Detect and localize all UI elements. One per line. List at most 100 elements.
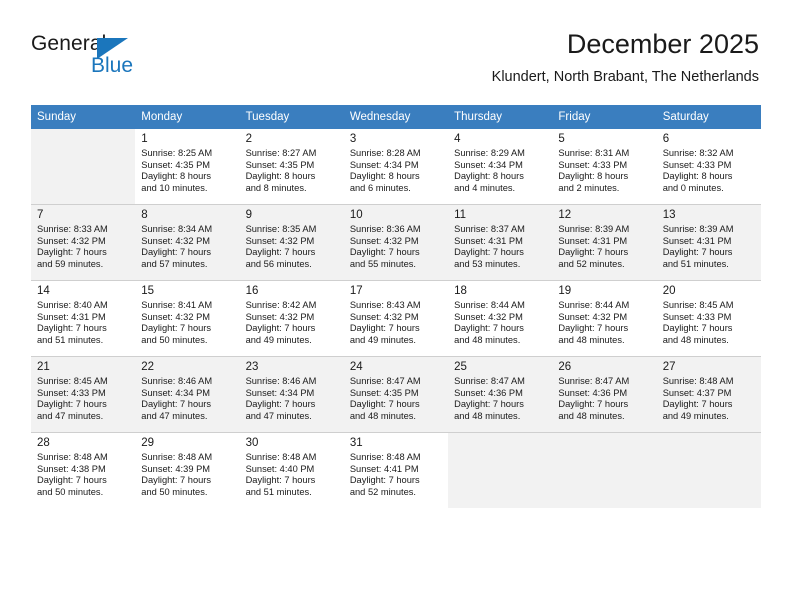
day-daylight-text: Daylight: 7 hours bbox=[141, 247, 212, 258]
calendar-day-cell[interactable]: 22 Sunrise: 8:46 AM Sunset: 4:34 PM Dayligh… bbox=[135, 356, 240, 433]
day-number: 13 bbox=[662, 209, 676, 221]
weekday-header-friday: Friday bbox=[552, 105, 657, 129]
day-sunset-text: Sunset: 4:31 PM bbox=[37, 311, 106, 322]
calendar-day-cell[interactable]: 24 Sunrise: 8:47 AM Sunset: 4:35 PM Dayligh… bbox=[343, 356, 449, 433]
calendar-day-cell[interactable]: 31 Sunrise: 8:48 AM Sunset: 4:41 PM Dayligh… bbox=[343, 432, 449, 508]
calendar-day-cell[interactable]: 27 Sunrise: 8:48 AM Sunset: 4:37 PM Dayligh… bbox=[656, 356, 761, 433]
calendar-day-cell[interactable]: 21 Sunrise: 8:45 AM Sunset: 4:33 PM Dayligh… bbox=[31, 356, 136, 433]
day-number: 17 bbox=[349, 285, 363, 297]
day-daylight-text: Daylight: 7 hours bbox=[245, 399, 316, 410]
day-daylight-text: Daylight: 7 hours bbox=[558, 323, 629, 334]
day-cell-content: 14 Sunrise: 8:40 AM Sunset: 4:31 PM Dayligh… bbox=[31, 281, 136, 356]
day-daylight-text: Daylight: 7 hours bbox=[662, 323, 733, 334]
calendar-day-cell[interactable]: 12 Sunrise: 8:39 AM Sunset: 4:31 PM Dayligh… bbox=[552, 204, 657, 281]
general-blue-logo[interactable]: General Blue bbox=[31, 32, 161, 88]
calendar-day-cell[interactable]: 6 Sunrise: 8:32 AM Sunset: 4:33 PM Daylight… bbox=[656, 129, 761, 205]
day-sunset-text: Sunset: 4:32 PM bbox=[37, 235, 106, 246]
calendar-body: 1 Sunrise: 8:25 AM Sunset: 4:35 PM Daylight… bbox=[31, 129, 761, 508]
calendar-day-cell[interactable]: 25 Sunrise: 8:47 AM Sunset: 4:36 PM Dayligh… bbox=[448, 356, 553, 433]
calendar-day-cell[interactable]: 10 Sunrise: 8:36 AM Sunset: 4:32 PM Dayligh… bbox=[343, 204, 449, 281]
day-sunrise-text: Sunrise: 8:31 AM bbox=[558, 148, 630, 158]
calendar-day-cell[interactable]: 29 Sunrise: 8:48 AM Sunset: 4:39 PM Dayligh… bbox=[135, 432, 240, 508]
day-daylight-text: and 2 minutes. bbox=[558, 182, 620, 193]
day-sunrise-text: Sunrise: 8:48 AM bbox=[349, 452, 421, 462]
day-number: 1 bbox=[141, 133, 148, 145]
day-cell-content bbox=[656, 433, 761, 508]
day-number: 20 bbox=[662, 285, 676, 297]
day-sunset-text: Sunset: 4:32 PM bbox=[349, 311, 419, 322]
day-sunrise-text: Sunrise: 8:43 AM bbox=[349, 300, 421, 310]
calendar-day-cell[interactable]: 15 Sunrise: 8:41 AM Sunset: 4:32 PM Dayligh… bbox=[135, 280, 240, 357]
calendar-day-cell[interactable]: 18 Sunrise: 8:44 AM Sunset: 4:32 PM Dayligh… bbox=[448, 280, 553, 357]
calendar-day-cell[interactable]: 3 Sunrise: 8:28 AM Sunset: 4:34 PM Daylight… bbox=[343, 129, 449, 205]
logo-text-blue: Blue bbox=[91, 54, 134, 77]
day-sunrise-text: Sunrise: 8:33 AM bbox=[37, 224, 108, 234]
day-sunrise-text: Sunrise: 8:45 AM bbox=[37, 376, 108, 386]
day-sunrise-text: Sunrise: 8:39 AM bbox=[558, 224, 630, 234]
calendar-week-row: 7 Sunrise: 8:33 AM Sunset: 4:32 PM Daylight… bbox=[31, 204, 761, 281]
day-daylight-text: Daylight: 7 hours bbox=[245, 475, 316, 486]
day-daylight-text: Daylight: 7 hours bbox=[349, 475, 420, 486]
day-sunrise-text: Sunrise: 8:29 AM bbox=[454, 148, 525, 158]
day-daylight-text: and 51 minutes. bbox=[245, 486, 312, 497]
day-sunrise-text: Sunrise: 8:40 AM bbox=[37, 300, 108, 310]
day-sunrise-text: Sunrise: 8:48 AM bbox=[662, 376, 734, 386]
day-cell-content bbox=[552, 433, 657, 508]
day-daylight-text: Daylight: 8 hours bbox=[349, 171, 420, 182]
day-sunrise-text: Sunrise: 8:28 AM bbox=[349, 148, 421, 158]
day-sunset-text: Sunset: 4:33 PM bbox=[558, 159, 628, 170]
calendar-day-cell[interactable]: 30 Sunrise: 8:48 AM Sunset: 4:40 PM Dayligh… bbox=[239, 432, 344, 508]
day-sunset-text: Sunset: 4:33 PM bbox=[662, 159, 732, 170]
day-cell-content: 18 Sunrise: 8:44 AM Sunset: 4:32 PM Dayligh… bbox=[448, 281, 553, 356]
day-daylight-text: and 4 minutes. bbox=[454, 182, 516, 193]
day-cell-content: 12 Sunrise: 8:39 AM Sunset: 4:31 PM Dayligh… bbox=[552, 205, 657, 280]
calendar-day-cell[interactable]: 23 Sunrise: 8:46 AM Sunset: 4:34 PM Dayligh… bbox=[239, 356, 344, 433]
day-daylight-text: and 50 minutes. bbox=[141, 334, 208, 345]
day-number bbox=[37, 132, 130, 146]
calendar-grid: Sunday Monday Tuesday Wednesday Thursday… bbox=[31, 105, 761, 508]
weekday-header-row: Sunday Monday Tuesday Wednesday Thursday… bbox=[31, 105, 761, 129]
day-sunrise-text: Sunrise: 8:46 AM bbox=[245, 376, 317, 386]
day-number: 11 bbox=[454, 209, 467, 221]
day-sunrise-text: Sunrise: 8:47 AM bbox=[349, 376, 421, 386]
calendar-day-cell[interactable]: 4 Sunrise: 8:29 AM Sunset: 4:34 PM Daylight… bbox=[448, 129, 553, 205]
calendar-day-cell[interactable]: 16 Sunrise: 8:42 AM Sunset: 4:32 PM Dayligh… bbox=[239, 280, 344, 357]
calendar-day-cell[interactable]: 13 Sunrise: 8:39 AM Sunset: 4:31 PM Dayligh… bbox=[656, 204, 761, 281]
calendar-day-cell[interactable]: 14 Sunrise: 8:40 AM Sunset: 4:31 PM Dayligh… bbox=[31, 280, 136, 357]
calendar-day-cell[interactable]: 28 Sunrise: 8:48 AM Sunset: 4:38 PM Dayligh… bbox=[31, 432, 136, 508]
day-number: 30 bbox=[245, 437, 259, 449]
calendar-day-cell[interactable]: 19 Sunrise: 8:44 AM Sunset: 4:32 PM Dayligh… bbox=[552, 280, 657, 357]
day-daylight-text: Daylight: 7 hours bbox=[349, 323, 420, 334]
day-daylight-text: and 0 minutes. bbox=[662, 182, 724, 193]
day-sunrise-text: Sunrise: 8:35 AM bbox=[245, 224, 317, 234]
calendar-day-cell[interactable]: 26 Sunrise: 8:47 AM Sunset: 4:36 PM Dayligh… bbox=[552, 356, 657, 433]
calendar-day-cell[interactable]: 17 Sunrise: 8:43 AM Sunset: 4:32 PM Dayligh… bbox=[343, 280, 449, 357]
calendar-day-cell[interactable]: 20 Sunrise: 8:45 AM Sunset: 4:33 PM Dayligh… bbox=[656, 280, 761, 357]
calendar-day-cell[interactable]: 9 Sunrise: 8:35 AM Sunset: 4:32 PM Daylight… bbox=[239, 204, 344, 281]
calendar-day-cell[interactable]: 7 Sunrise: 8:33 AM Sunset: 4:32 PM Daylight… bbox=[31, 204, 136, 281]
weekday-header-tuesday: Tuesday bbox=[239, 105, 344, 129]
day-daylight-text: and 47 minutes. bbox=[141, 410, 208, 421]
day-number: 5 bbox=[558, 133, 565, 145]
calendar-day-cell[interactable]: 2 Sunrise: 8:27 AM Sunset: 4:35 PM Daylight… bbox=[239, 129, 344, 205]
day-sunrise-text: Sunrise: 8:47 AM bbox=[558, 376, 630, 386]
day-sunset-text: Sunset: 4:32 PM bbox=[454, 311, 523, 322]
day-number: 3 bbox=[349, 133, 357, 145]
day-sunset-text: Sunset: 4:35 PM bbox=[349, 387, 419, 398]
calendar-day-cell[interactable]: 8 Sunrise: 8:34 AM Sunset: 4:32 PM Daylight… bbox=[135, 204, 240, 281]
calendar-day-cell[interactable]: 1 Sunrise: 8:25 AM Sunset: 4:35 PM Daylight… bbox=[135, 129, 240, 205]
day-cell-content: 31 Sunrise: 8:48 AM Sunset: 4:41 PM Dayligh… bbox=[343, 433, 449, 508]
day-cell-content: 8 Sunrise: 8:34 AM Sunset: 4:32 PM Daylight… bbox=[135, 205, 240, 280]
day-cell-content: 21 Sunrise: 8:45 AM Sunset: 4:33 PM Dayligh… bbox=[31, 357, 136, 432]
calendar-day-cell[interactable]: 11 Sunrise: 8:37 AM Sunset: 4:31 PM Dayligh… bbox=[448, 204, 553, 281]
day-number: 14 bbox=[37, 285, 50, 297]
day-number: 29 bbox=[141, 437, 155, 449]
day-sunrise-text: Sunrise: 8:48 AM bbox=[141, 452, 213, 462]
day-daylight-text: Daylight: 8 hours bbox=[245, 171, 316, 182]
calendar-day-cell[interactable]: 5 Sunrise: 8:31 AM Sunset: 4:33 PM Daylight… bbox=[552, 129, 657, 205]
weekday-header-wednesday: Wednesday bbox=[343, 105, 449, 129]
day-sunset-text: Sunset: 4:41 PM bbox=[349, 463, 419, 474]
day-cell-content: 9 Sunrise: 8:35 AM Sunset: 4:32 PM Daylight… bbox=[239, 205, 344, 280]
day-daylight-text: Daylight: 8 hours bbox=[662, 171, 733, 182]
day-daylight-text: Daylight: 7 hours bbox=[454, 399, 524, 410]
